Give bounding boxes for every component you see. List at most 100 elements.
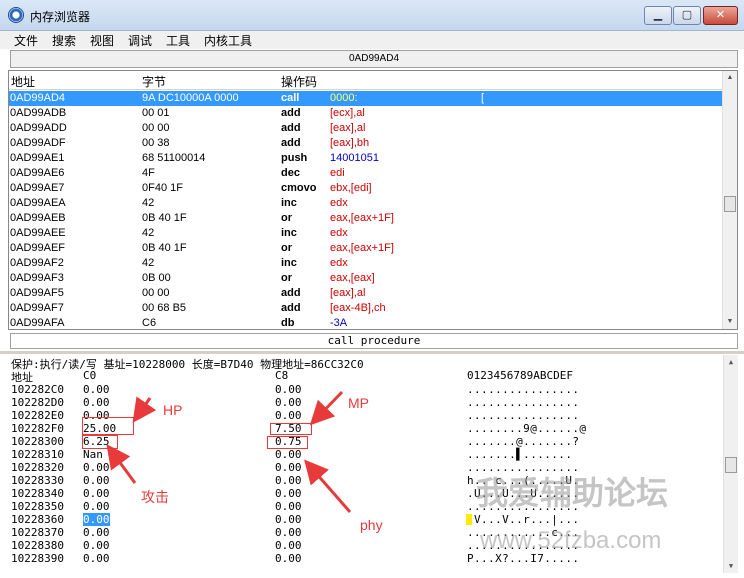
maximize-button[interactable]: ▢ xyxy=(673,6,701,25)
memory-value-c8: 0.00 xyxy=(275,461,302,474)
memory-value-c0: 0.00 xyxy=(83,487,110,500)
memory-scrollbar[interactable]: ▲ ▼ xyxy=(723,355,738,573)
header-bytes[interactable]: 字节 xyxy=(142,73,166,90)
memory-value-c8: 0.00 xyxy=(275,396,302,409)
row-operand: -3A xyxy=(330,317,348,329)
disassembly-row[interactable]: 0AD99AE6 4F dec edi xyxy=(9,166,723,181)
row-bytes: 4F xyxy=(142,167,155,179)
row-opcode: cmovo xyxy=(281,182,317,194)
row-bytes: 0B 40 1F xyxy=(142,212,187,224)
row-address: 0AD99AE6 xyxy=(10,167,65,179)
window-title: 内存浏览器 xyxy=(30,10,91,24)
menu-file[interactable]: 文件 xyxy=(14,32,38,49)
row-opcode: or xyxy=(281,272,292,284)
disassembly-row[interactable]: 0AD99ADF 00 38 add [eax],bh xyxy=(9,136,723,151)
row-bytes: 00 00 xyxy=(142,287,170,299)
scroll-down-icon[interactable]: ▼ xyxy=(723,315,737,329)
row-comment: [ xyxy=(481,92,485,104)
memory-ascii: ................ xyxy=(467,409,580,422)
disassembly-row[interactable]: 0AD99AF5 00 00 add [eax],al xyxy=(9,286,723,301)
row-opcode: inc xyxy=(281,197,297,209)
disassembly-row[interactable]: 0AD99AE7 0F40 1F cmovo ebx,[edi] xyxy=(9,181,723,196)
memory-value-c0: 0.00 xyxy=(83,500,110,513)
disassembly-row[interactable]: 0AD99ADB 00 01 add [ecx],al xyxy=(9,106,723,121)
row-operand: edx xyxy=(330,227,348,239)
disassembly-row[interactable]: 0AD99AEE 42 inc edx xyxy=(9,226,723,241)
menu-kernel-tools[interactable]: 内核工具 xyxy=(204,32,252,49)
memory-ascii: ................ xyxy=(467,383,580,396)
row-opcode: add xyxy=(281,302,301,314)
row-bytes: 42 xyxy=(142,197,155,209)
row-bytes: 0F40 1F xyxy=(142,182,183,194)
scrollbar-thumb[interactable] xyxy=(725,457,737,473)
row-address: 0AD99AF7 xyxy=(10,302,64,314)
row-operand: [eax],al xyxy=(330,287,366,299)
scroll-down-icon[interactable]: ▼ xyxy=(724,559,738,573)
menu-debug[interactable]: 调试 xyxy=(128,32,152,49)
memory-ascii: .V...V..r...|... xyxy=(467,513,580,526)
disassembler-rows: 0AD99AD4 9A DC10000A 0000 call 0000: [0AD99A… xyxy=(9,91,723,329)
disassembly-row[interactable]: 0AD99AEA 42 inc edx xyxy=(9,196,723,211)
row-operand: edi xyxy=(330,167,345,179)
row-bytes: 42 xyxy=(142,257,155,269)
disassembler-address-bar[interactable]: 0AD99AD4 xyxy=(10,50,738,68)
watermark-text: 我爱辅助论坛 xyxy=(476,475,669,511)
phy-box xyxy=(267,436,308,449)
memory-value-c8: 0.00 xyxy=(275,409,302,422)
menu-search[interactable]: 搜索 xyxy=(52,32,76,49)
header-opcode[interactable]: 操作码 xyxy=(281,73,317,90)
disassembler-header: 地址 字节 操作码 xyxy=(9,71,723,90)
row-opcode: db xyxy=(281,317,295,329)
memory-value-c8: 0.00 xyxy=(275,487,302,500)
scrollbar-thumb[interactable] xyxy=(724,196,736,212)
row-operand: [eax-4B],ch xyxy=(330,302,386,314)
row-operand: edx xyxy=(330,197,348,209)
memory-address: 10228360 xyxy=(11,513,64,526)
title-bar: 内存浏览器 ▁ ▢ ✕ xyxy=(0,0,744,31)
row-opcode: add xyxy=(281,287,301,299)
row-opcode: or xyxy=(281,212,292,224)
row-address: 0AD99ADB xyxy=(10,107,67,119)
disassembler-scrollbar[interactable]: ▲ ▼ xyxy=(722,71,737,329)
hp-box xyxy=(82,417,134,435)
close-button[interactable]: ✕ xyxy=(703,6,738,25)
procedure-bar: call procedure xyxy=(10,333,738,349)
memory-header-ascii: 0123456789ABCDEF xyxy=(467,369,573,382)
mp-box xyxy=(270,423,312,435)
row-opcode: push xyxy=(281,152,308,164)
menu-bar: 文件 搜索 视图 调试 工具 内核工具 xyxy=(0,31,744,49)
menu-tools[interactable]: 工具 xyxy=(166,32,190,49)
row-opcode: add xyxy=(281,107,301,119)
disassembly-row[interactable]: 0AD99AFA C6 db -3A xyxy=(9,316,723,329)
panel-splitter[interactable] xyxy=(0,351,744,354)
disassembly-row[interactable]: 0AD99AEB 0B 40 1F or eax,[eax+1F] xyxy=(9,211,723,226)
row-address: 0AD99AE7 xyxy=(10,182,65,194)
disassembler-panel[interactable]: 地址 字节 操作码 0AD99AD4 9A DC10000A 0000 call 00… xyxy=(8,70,738,330)
row-address: 0AD99AFA xyxy=(10,317,65,329)
attack-label: 攻击 xyxy=(141,489,169,505)
disassembly-row[interactable]: 0AD99AF3 0B 00 or eax,[eax] xyxy=(9,271,723,286)
memory-address: 102282E0 xyxy=(11,409,64,422)
row-operand: [eax],bh xyxy=(330,137,370,149)
disassembly-row[interactable]: 0AD99AEF 0B 40 1F or eax,[eax+1F] xyxy=(9,241,723,256)
row-address: 0AD99AE1 xyxy=(10,152,65,164)
memory-value-c0: 0.00 xyxy=(83,383,110,396)
memory-row[interactable]: 10228310 Nan 0.00 .......▌....... xyxy=(8,448,722,461)
header-address[interactable]: 地址 xyxy=(11,73,35,90)
memory-value-c8: 0.00 xyxy=(275,383,302,396)
scroll-up-icon[interactable]: ▲ xyxy=(724,355,738,369)
disassembly-row[interactable]: 0AD99AE1 68 51100014 push 14001051 xyxy=(9,151,723,166)
menu-view[interactable]: 视图 xyxy=(90,32,114,49)
memory-value-c8: 0.00 xyxy=(275,474,302,487)
disassembly-row[interactable]: 0AD99AF7 00 68 B5 add [eax-4B],ch xyxy=(9,301,723,316)
row-bytes: 0B 40 1F xyxy=(142,242,187,254)
row-bytes: C6 xyxy=(142,317,157,329)
disassembly-row[interactable]: 0AD99AD4 9A DC10000A 0000 call 0000: [ xyxy=(9,91,723,106)
disassembly-row[interactable]: 0AD99ADD 00 00 add [eax],al xyxy=(9,121,723,136)
row-operand: eax,[eax+1F] xyxy=(330,242,394,254)
disassembly-row[interactable]: 0AD99AF2 42 inc edx xyxy=(9,256,723,271)
memory-header-c0: C0 xyxy=(83,369,97,382)
minimize-button[interactable]: ▁ xyxy=(644,6,672,25)
scroll-up-icon[interactable]: ▲ xyxy=(723,71,737,85)
row-operand: [eax],al xyxy=(330,122,366,134)
